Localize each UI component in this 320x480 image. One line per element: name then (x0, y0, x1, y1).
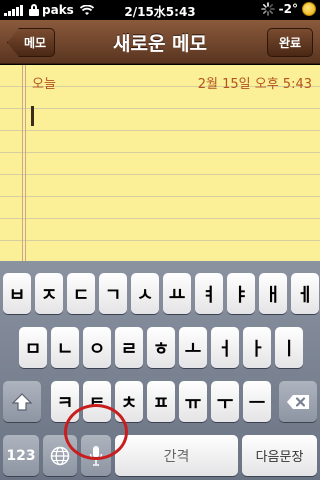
space-key[interactable]: 간격 (115, 435, 238, 476)
note-editor[interactable]: 오늘 2월 15일 오후 5:43 (0, 65, 320, 261)
globe-icon (50, 446, 70, 465)
key-row2[interactable]: ㅇ (83, 327, 111, 368)
navigation-bar: 메모 새로운 메모 완료 (0, 20, 320, 64)
key-row1[interactable]: ㅅ (131, 273, 159, 314)
temperature: -2° (278, 2, 298, 16)
text-cursor (31, 106, 34, 126)
margin-line (25, 65, 26, 261)
key-row2[interactable]: ㅗ (179, 327, 207, 368)
key-row3[interactable]: ㅡ (243, 381, 271, 422)
key-row1[interactable]: ㄱ (99, 273, 127, 314)
key-row1[interactable]: ㅑ (227, 273, 255, 314)
key-row1[interactable]: ㅔ (291, 273, 319, 314)
key-row2[interactable]: ㅓ (211, 327, 239, 368)
status-bar: paks 2/15水5:43 -2° (0, 0, 320, 20)
space-key-label: 간격 (163, 448, 190, 465)
key-row1[interactable]: ㅐ (259, 273, 287, 314)
key-row1[interactable]: ㅂ (3, 273, 31, 314)
weather-sun-icon (302, 2, 316, 16)
shift-icon (12, 392, 32, 411)
key-row2[interactable]: ㅣ (275, 327, 303, 368)
status-right: -2° (260, 2, 316, 16)
key-row1[interactable]: ㅕ (195, 273, 223, 314)
return-key[interactable]: 다음문장 (242, 435, 317, 476)
key-row2[interactable]: ㅁ (19, 327, 47, 368)
activity-spinner-icon (260, 2, 275, 16)
note-date-value: 2월 15일 오후 5:43 (197, 77, 312, 92)
key-row2[interactable]: ㄴ (51, 327, 79, 368)
done-button[interactable]: 완료 (267, 28, 313, 57)
key-row2[interactable]: ㅏ (243, 327, 271, 368)
key-row1[interactable]: ㅈ (35, 273, 63, 314)
delete-icon (287, 394, 309, 409)
key-row1[interactable]: ㅛ (163, 273, 191, 314)
numbers-key[interactable]: 123 (3, 435, 39, 476)
key-row3[interactable]: ㅍ (147, 381, 175, 422)
key-row2[interactable]: ㄹ (115, 327, 143, 368)
key-row2[interactable]: ㅎ (147, 327, 175, 368)
key-row3[interactable]: ㅜ (211, 381, 239, 422)
key-row1[interactable]: ㄷ (67, 273, 95, 314)
note-date-label: 오늘 (32, 77, 56, 92)
delete-key[interactable] (279, 381, 317, 422)
shift-key[interactable] (3, 381, 41, 422)
margin-line (22, 65, 23, 261)
key-row3[interactable]: ㅠ (179, 381, 207, 422)
numbers-key-label: 123 (6, 447, 36, 464)
return-key-label: 다음문장 (255, 450, 304, 465)
highlight-circle (64, 404, 128, 460)
